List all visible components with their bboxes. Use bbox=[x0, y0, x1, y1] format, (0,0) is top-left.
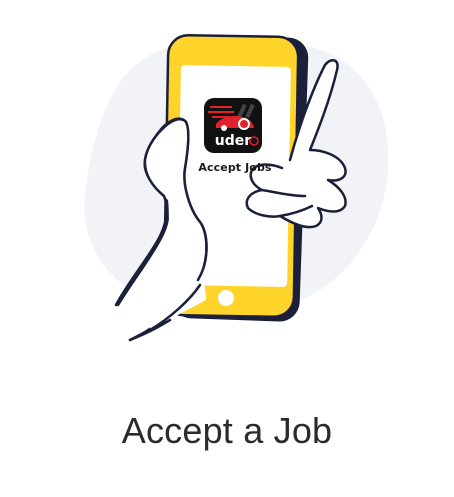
uder-app-icon[interactable]: uder bbox=[204, 98, 262, 153]
hand-holding-phone-illustration bbox=[84, 33, 389, 342]
app-brand-text: uder bbox=[215, 133, 251, 149]
phone-screen-content: uder Accept Jobs bbox=[180, 95, 290, 195]
home-button-icon[interactable] bbox=[218, 290, 234, 306]
app-caption: Accept Jobs bbox=[198, 161, 272, 174]
page-title: Accept a Job bbox=[121, 410, 333, 451]
